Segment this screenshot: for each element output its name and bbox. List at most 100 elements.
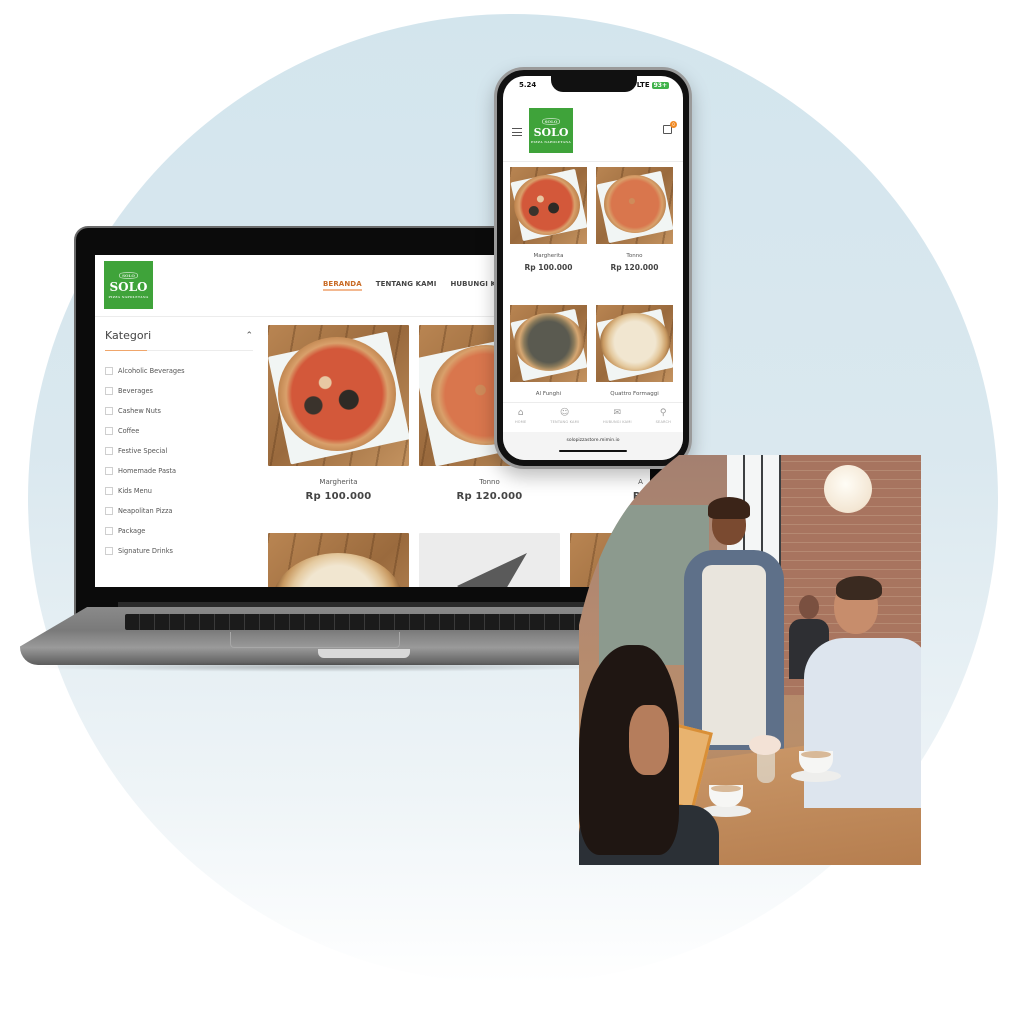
- logo-text: SOLO: [533, 125, 569, 139]
- laptop-front-notch: [318, 649, 410, 658]
- main-nav: BERANDA TENTANG KAMI HUBUNGI KAMI: [323, 280, 511, 291]
- laptop-keyboard: [125, 614, 630, 630]
- browser-url-bar[interactable]: solopizzastore.mimin.io: [503, 432, 683, 460]
- product-image[interactable]: [596, 305, 673, 382]
- product-price: Rp 100.000: [524, 263, 573, 272]
- tab-search[interactable]: ⚲ SEARCH: [656, 408, 671, 424]
- category-item[interactable]: Beverages: [105, 381, 253, 401]
- product-image[interactable]: [268, 533, 409, 587]
- product-card[interactable]: Tonno Rp 120.000: [596, 167, 673, 272]
- category-item[interactable]: Cashew Nuts: [105, 401, 253, 421]
- category-label: Neapolitan Pizza: [118, 507, 173, 515]
- tab-label: HOME: [514, 420, 527, 424]
- product-image[interactable]: [510, 167, 587, 244]
- solo-logo[interactable]: SOLO SOLO PIZZA NAPOLETANA: [104, 261, 153, 309]
- photo-flower: [749, 735, 781, 755]
- product-card[interactable]: Margherita Rp 100.000: [268, 325, 409, 502]
- category-label: Kids Menu: [118, 487, 152, 495]
- product-name[interactable]: Quattro Formaggi: [596, 391, 673, 397]
- phone-screen: 5.24 LTE 93+ SOLO SOLO PIZZA NAPOLETANA 0…: [503, 76, 683, 460]
- logo-subtitle: PIZZA NAPOLETANA: [108, 294, 149, 299]
- tab-home[interactable]: ⌂ HOME: [515, 408, 526, 424]
- chevron-up-icon[interactable]: ⌃: [245, 331, 253, 341]
- logo-text: SOLO: [109, 279, 148, 294]
- cart-count-badge: 0: [670, 121, 677, 128]
- category-label: Homemade Pasta: [118, 467, 177, 475]
- product-card[interactable]: Margherita Rp 100.000: [510, 167, 587, 272]
- product-card[interactable]: Al Funghi: [510, 305, 587, 397]
- category-checkbox[interactable]: [105, 387, 113, 395]
- category-label: Festive Special: [118, 447, 168, 455]
- nav-tentang-kami[interactable]: TENTANG KAMI: [376, 280, 437, 291]
- category-checkbox[interactable]: [105, 407, 113, 415]
- status-bar: 5.24 LTE 93+: [519, 81, 669, 89]
- product-name[interactable]: Al Funghi: [510, 391, 587, 397]
- product-name[interactable]: Tonno: [596, 253, 673, 259]
- category-item[interactable]: Festive Special: [105, 441, 253, 461]
- category-checkbox[interactable]: [105, 367, 113, 375]
- placeholder-logo-icon: [457, 553, 527, 587]
- marketing-composition: SOLO SOLO PIZZA NAPOLETANA BERANDA TENTA…: [0, 0, 1024, 1024]
- status-time: 5.24: [519, 81, 537, 89]
- tab-tentang-kami[interactable]: ☺ TENTANG KAMI: [550, 408, 579, 424]
- home-icon: ⌂: [517, 408, 524, 418]
- product-name[interactable]: Tonno: [419, 478, 560, 486]
- product-price: Rp 120.000: [456, 491, 523, 502]
- url-text[interactable]: solopizzastore.mimin.io: [503, 438, 683, 443]
- category-checkbox[interactable]: [105, 547, 113, 555]
- category-item[interactable]: Alcoholic Beverages: [105, 361, 253, 381]
- category-checkbox[interactable]: [105, 447, 113, 455]
- logo-crown: SOLO: [119, 271, 138, 279]
- category-label: Package: [118, 527, 146, 535]
- product-card[interactable]: [419, 533, 560, 587]
- category-checkbox[interactable]: [105, 527, 113, 535]
- tab-hubungi-kami[interactable]: ✉ HUBUNGI KAMI: [603, 408, 632, 424]
- network-label: LTE: [636, 81, 650, 89]
- product-price: Rp 100.000: [305, 491, 372, 502]
- laptop-trackpad: [230, 632, 400, 648]
- category-label: Cashew Nuts: [118, 407, 161, 415]
- search-icon: ⚲: [659, 408, 667, 418]
- category-header[interactable]: Kategori ⌃: [105, 329, 253, 351]
- product-image[interactable]: [268, 325, 409, 466]
- category-item[interactable]: Neapolitan Pizza: [105, 501, 253, 521]
- home-indicator: [559, 450, 627, 452]
- tab-label: TENTANG KAMI: [550, 420, 580, 424]
- logo-subtitle: PIZZA NAPOLETANA: [530, 139, 571, 144]
- mobile-header: SOLO SOLO PIZZA NAPOLETANA 0: [503, 98, 683, 162]
- product-image[interactable]: [596, 167, 673, 244]
- solo-logo[interactable]: SOLO SOLO PIZZA NAPOLETANA: [529, 108, 573, 153]
- photo-coffee-cup: [799, 751, 833, 773]
- category-checkbox[interactable]: [105, 427, 113, 435]
- tab-label: HUBUNGI KAMI: [602, 420, 632, 424]
- category-item[interactable]: Signature Drinks: [105, 541, 253, 561]
- category-checkbox[interactable]: [105, 507, 113, 515]
- category-label: Signature Drinks: [118, 547, 173, 555]
- category-title: Kategori: [105, 329, 152, 342]
- hamburger-menu-icon[interactable]: [512, 128, 522, 136]
- photo-pendant-lamp: [824, 455, 872, 515]
- product-name[interactable]: A: [570, 478, 650, 486]
- battery-icon: 93+: [651, 82, 669, 89]
- restaurant-photo: [579, 455, 921, 865]
- product-name[interactable]: Margherita: [510, 253, 587, 259]
- product-name[interactable]: Margherita: [268, 478, 409, 486]
- product-image[interactable]: [510, 305, 587, 382]
- mail-icon: ✉: [613, 408, 622, 418]
- bottom-tab-bar: ⌂ HOME ☺ TENTANG KAMI ✉ HUBUNGI KAMI ⚲ SEARC…: [503, 402, 683, 432]
- logo-crown: SOLO: [541, 117, 561, 125]
- status-right: LTE 93+: [637, 81, 669, 89]
- category-item[interactable]: Homemade Pasta: [105, 461, 253, 481]
- product-image-placeholder[interactable]: [419, 533, 560, 587]
- category-item[interactable]: Package: [105, 521, 253, 541]
- category-checkbox[interactable]: [105, 467, 113, 475]
- product-card[interactable]: Quattro Formaggi: [596, 305, 673, 397]
- category-item[interactable]: Kids Menu: [105, 481, 253, 501]
- product-card[interactable]: [268, 533, 409, 587]
- category-label: Coffee: [118, 427, 140, 435]
- laptop-shadow: [30, 662, 620, 672]
- nav-beranda[interactable]: BERANDA: [323, 280, 362, 291]
- category-checkbox[interactable]: [105, 487, 113, 495]
- category-item[interactable]: Coffee: [105, 421, 253, 441]
- category-sidebar: Kategori ⌃ Alcoholic Beverages Beverages…: [105, 329, 253, 561]
